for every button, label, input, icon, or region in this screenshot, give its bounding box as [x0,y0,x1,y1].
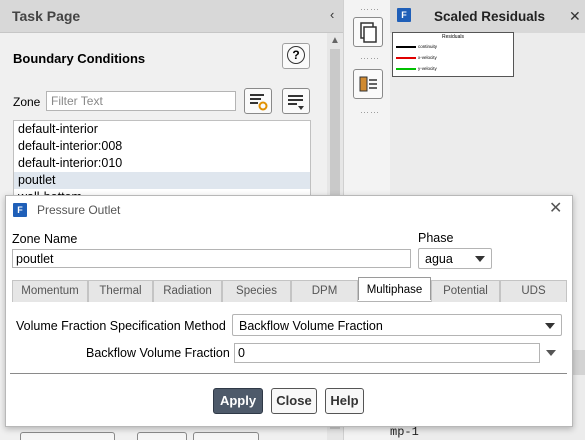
legend-line [396,67,416,70]
residuals-plot[interactable]: Residuals continuity x-velocity y-veloci… [392,32,514,77]
graphics-tab[interactable]: Scaled Residuals ✕ [390,0,585,33]
vf-spec-method-select[interactable]: Backflow Volume Fraction [232,314,562,336]
task-bottom-button[interactable] [193,432,259,440]
help-button[interactable]: Help [325,388,364,414]
zone-list-item-selected[interactable]: poutlet [14,172,310,189]
tab-dpm[interactable]: DPM [291,280,358,302]
collapse-panel-icon[interactable]: ‹ [330,7,334,22]
task-page-title: Task Page [12,8,81,24]
legend-line [396,45,416,48]
console-text: mp-1 [390,425,419,439]
graphics-tab-title: Scaled Residuals [434,9,546,24]
list-menu-icon [288,95,304,110]
grip-dots-icon[interactable]: ⋯⋯ [360,53,380,64]
phase-value: agua [425,252,453,266]
apply-button[interactable]: Apply [213,388,263,414]
layout-toggle-button[interactable] [353,69,383,99]
dialog-title: Pressure Outlet [37,203,121,217]
boundary-conditions-heading: Boundary Conditions [13,51,146,66]
vf-spec-method-label: Volume Fraction Specification Method [16,319,226,333]
tab-species[interactable]: Species [222,280,291,302]
legend-entry: continuity [396,44,437,49]
task-help-button[interactable]: ? [282,43,310,69]
backflow-vf-label: Backflow Volume Fraction [86,346,230,360]
zone-list-item[interactable]: default-interior:010 [14,155,310,172]
legend-entry: x-velocity [396,55,437,60]
tab-momentum[interactable]: Momentum [12,280,88,302]
chevron-down-icon [475,256,485,262]
zone-name-input[interactable] [12,249,411,268]
close-graphics-tab-icon[interactable]: ✕ [569,8,581,25]
grip-dots-icon[interactable]: ⋯⋯ [360,4,380,15]
dialog-tabs: Momentum Thermal Radiation Species DPM M… [12,277,567,302]
legend-entry: y-velocity [396,66,437,71]
zone-name-label: Zone Name [12,232,78,246]
tab-multiphase[interactable]: Multiphase [358,277,431,300]
list-options-button[interactable] [282,88,310,114]
backflow-vf-dropdown[interactable] [540,343,562,363]
tab-uds[interactable]: UDS [500,280,567,302]
copy-icon [360,22,377,43]
task-bottom-button[interactable] [137,432,187,440]
zone-list-item[interactable]: default-interior [14,121,310,138]
backflow-vf-input[interactable] [234,343,540,363]
zone-filter-input[interactable] [46,91,236,111]
chevron-down-icon [546,350,556,356]
dialog-close-icon[interactable]: ✕ [549,198,562,218]
fluent-app-icon: F [13,203,27,217]
zone-list[interactable]: default-interior default-interior:008 de… [13,120,311,196]
phase-label: Phase [418,231,454,245]
filter-list-icon [250,94,268,111]
tab-thermal[interactable]: Thermal [88,280,153,302]
copy-window-button[interactable] [353,17,383,47]
task-bottom-button[interactable] [20,432,115,440]
zone-label: Zone [13,95,41,109]
plot-title: Residuals [442,34,464,40]
fluent-app-icon: F [397,8,411,22]
zone-list-item[interactable]: default-interior:008 [14,138,310,155]
phase-select[interactable]: agua [418,248,492,269]
task-page-header: Task Page ‹ [0,0,343,33]
tab-potential[interactable]: Potential [431,280,500,302]
close-button[interactable]: Close [271,388,317,414]
chevron-down-icon [545,323,555,329]
vf-spec-method-value: Backflow Volume Fraction [239,319,383,333]
tab-radiation[interactable]: Radiation [153,280,222,302]
filter-zones-button[interactable] [244,88,272,114]
legend-line [396,56,416,59]
dialog-separator [10,373,567,374]
question-icon: ? [287,46,305,64]
panel-layout-icon [359,76,377,92]
grip-dots-icon[interactable]: ⋯⋯ [360,107,380,118]
scroll-up-icon[interactable]: ▲ [330,35,340,46]
